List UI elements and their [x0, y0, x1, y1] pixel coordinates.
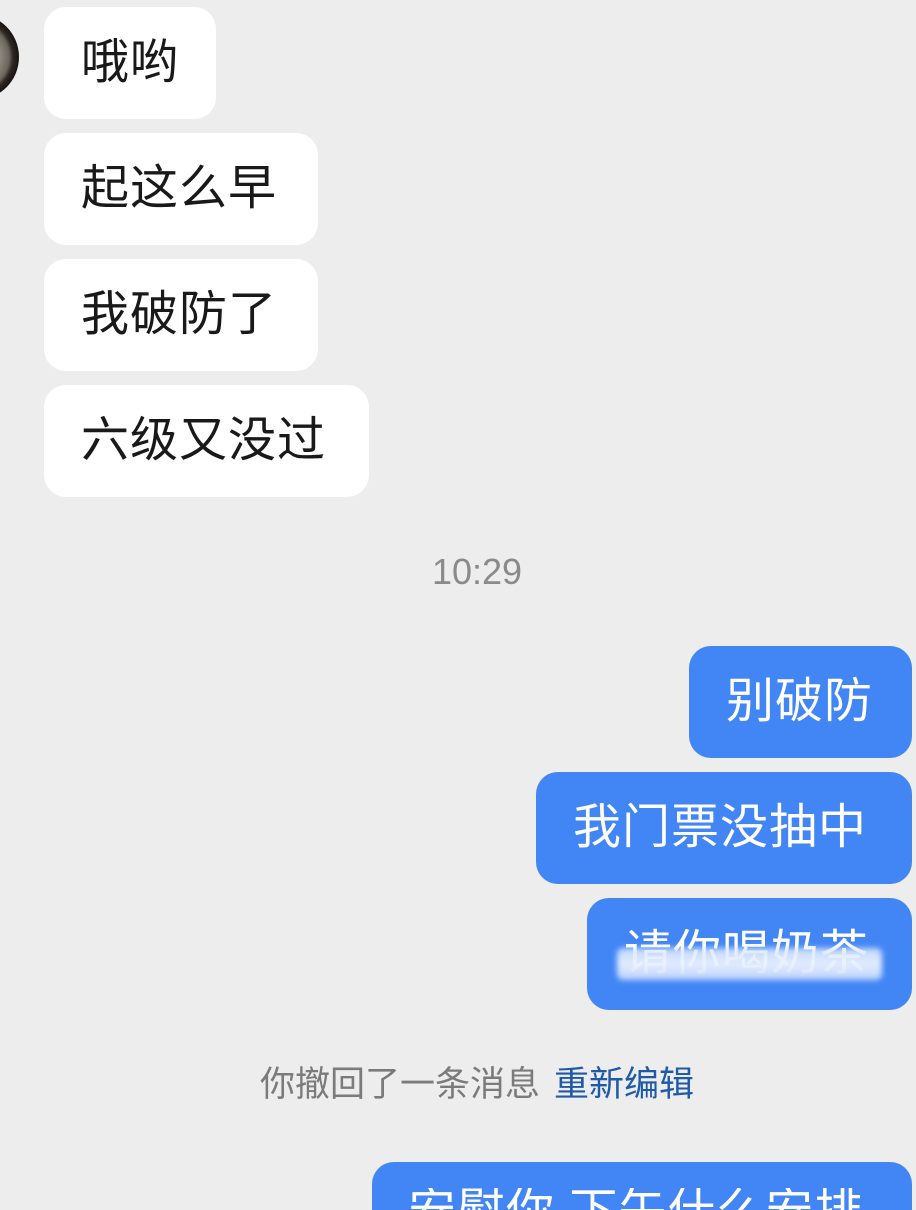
message-text: 六级又没过: [81, 414, 327, 467]
chat-screen: 哦哟 起这么早 我破防了 六级又没过 10:29 别破防 我门票没抽中 请你喝奶…: [0, 0, 916, 1210]
received-message-bubble[interactable]: 六级又没过: [44, 385, 369, 497]
message-text: 别破防: [726, 675, 874, 728]
received-message-bubble[interactable]: 起这么早: [44, 133, 318, 245]
message-text: 我门票没抽中: [573, 801, 868, 854]
time-divider: 10:29: [431, 551, 523, 592]
sent-message-bubble[interactable]: 我门票没抽中: [536, 772, 912, 884]
message-text: 我破防了: [81, 288, 278, 341]
recall-notice: 你撤回了一条消息 重新编辑: [38, 1065, 916, 1105]
text-obscure-overlay: [617, 948, 882, 980]
message-text: 起这么早: [81, 162, 278, 215]
sent-message-bubble[interactable]: 请你喝奶茶: [587, 898, 912, 1010]
contact-avatar[interactable]: [0, 14, 19, 100]
recall-notice-text: 你撤回了一条消息: [259, 1065, 540, 1104]
message-text: 哦哟: [81, 36, 180, 89]
received-message-bubble[interactable]: 我破防了: [44, 259, 318, 371]
message-text: 安慰你 下午什么安排: [408, 1188, 863, 1210]
sent-message-bubble[interactable]: 安慰你 下午什么安排: [372, 1162, 912, 1210]
re-edit-link[interactable]: 重新编辑: [554, 1065, 694, 1104]
sent-message-bubble[interactable]: 别破防: [689, 646, 912, 758]
received-message-bubble[interactable]: 哦哟: [44, 7, 216, 119]
